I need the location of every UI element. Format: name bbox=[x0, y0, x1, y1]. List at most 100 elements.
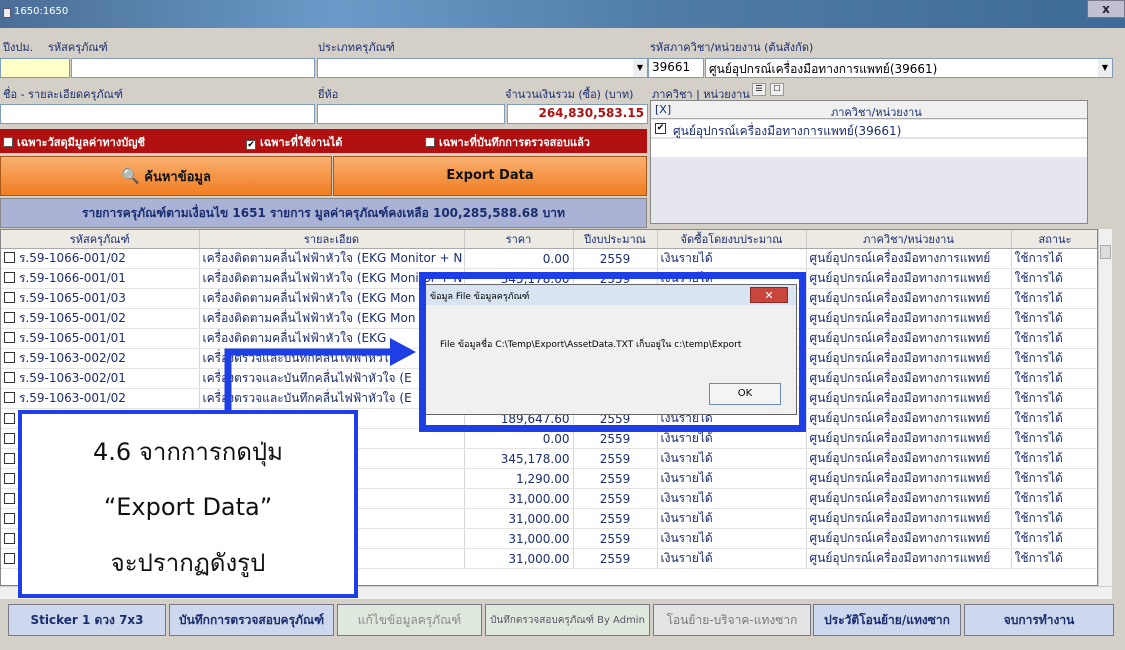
dept-code-label: รหัสภาควิชา/หน่วยงาน (ต้นสังกัด) bbox=[650, 41, 814, 54]
row-checkbox[interactable] bbox=[4, 352, 15, 363]
row-checkbox[interactable] bbox=[4, 252, 15, 263]
record-by-admin-button[interactable]: บันทึกตรวจสอบครุภัณฑ์ By Admin bbox=[485, 604, 650, 636]
column-header[interactable]: ราคา bbox=[464, 230, 574, 249]
search-icon: 🔍 bbox=[121, 167, 140, 185]
highlight-box bbox=[419, 272, 806, 432]
asset-code-input[interactable] bbox=[71, 58, 315, 78]
row-checkbox[interactable] bbox=[4, 472, 15, 484]
cell-year: 2559 bbox=[573, 548, 658, 569]
asset-code-label: รหัสครุภัณฑ์ bbox=[48, 41, 108, 54]
row-checkbox[interactable] bbox=[4, 372, 15, 383]
dept-code-input[interactable]: 39661 bbox=[648, 58, 704, 78]
row-checkbox[interactable] bbox=[4, 432, 15, 444]
column-header[interactable]: ภาควิชา/หน่วยงาน bbox=[806, 230, 1012, 249]
scroll-thumb[interactable] bbox=[1100, 245, 1111, 259]
cell-dept: ศูนย์อุปกรณ์เครื่องมือทางการแพทย์ bbox=[806, 528, 1012, 549]
dept-row[interactable]: ✔ ศูนย์อุปกรณ์เครื่องมือทางการแพทย์(3966… bbox=[651, 120, 1087, 138]
record-check-button[interactable]: บันทึกการตรวจสอบครุภัณฑ์ bbox=[169, 604, 334, 636]
transfer-button[interactable]: โอนย้าย-บริจาค-แทงซาก bbox=[653, 604, 811, 636]
history-button[interactable]: ประวัติโอนย้าย/แทงซาก bbox=[813, 604, 961, 636]
cell-budget: เงินรายได้ bbox=[657, 528, 807, 549]
cell-dept: ศูนย์อุปกรณ์เครื่องมือทางการแพทย์ bbox=[806, 348, 1012, 369]
cell-dept: ศูนย์อุปกรณ์เครื่องมือทางการแพทย์ bbox=[806, 288, 1012, 309]
cell-status: ใช้การได้ bbox=[1011, 548, 1097, 569]
summary-bar: รายการครุภัณฑ์ตามเงื่อนไข 1651 รายการ มู… bbox=[0, 198, 647, 228]
checkbox-label: เฉพาะที่ใช้งานได้ bbox=[260, 136, 343, 149]
cell-status: ใช้การได้ bbox=[1011, 368, 1097, 389]
dept-panel: [X] ภาควิชา/หน่วยงาน ✔ ศูนย์อุปกรณ์เครื่… bbox=[650, 100, 1088, 224]
chevron-down-icon: ▼ bbox=[1098, 59, 1112, 77]
row-checkbox[interactable] bbox=[4, 532, 15, 544]
search-button-label: ค้นหาข้อมูล bbox=[144, 170, 211, 185]
dept-select[interactable]: ศูนย์อุปกรณ์เครื่องมือทางการแพทย์(39661)… bbox=[705, 58, 1113, 78]
row-checkbox[interactable] bbox=[4, 332, 15, 343]
total-label: จำนวนเงินรวม (ซื้อ) (บาท) bbox=[505, 88, 634, 101]
app-icon bbox=[3, 8, 11, 18]
brand-input[interactable] bbox=[317, 104, 505, 124]
row-checkbox[interactable] bbox=[4, 312, 15, 323]
total-value: 264,830,583.15 bbox=[507, 104, 648, 124]
deselect-all-icon[interactable]: ☐ bbox=[770, 83, 784, 96]
cell-price: 31,000.00 bbox=[464, 508, 574, 529]
cell-status: ใช้การได้ bbox=[1011, 268, 1097, 289]
cell-status: ใช้การได้ bbox=[1011, 508, 1097, 529]
cell-status: ใช้การได้ bbox=[1011, 448, 1097, 469]
checkmark-icon[interactable]: ✔ bbox=[655, 123, 666, 134]
row-checkbox[interactable] bbox=[4, 392, 15, 403]
vertical-scrollbar[interactable] bbox=[1098, 229, 1112, 586]
cell-budget: เงินรายได้ bbox=[657, 488, 807, 509]
column-header[interactable]: รหัสครุภัณฑ์ bbox=[1, 230, 200, 249]
row-checkbox[interactable] bbox=[4, 412, 15, 424]
export-button[interactable]: Export Data bbox=[333, 156, 647, 196]
row-checkbox[interactable] bbox=[4, 292, 15, 303]
cell-year: 2559 bbox=[573, 488, 658, 509]
cell-dept: ศูนย์อุปกรณ์เครื่องมือทางการแพทย์ bbox=[806, 248, 1012, 269]
cell-budget: เงินรายได้ bbox=[657, 508, 807, 529]
cell-year: 2559 bbox=[573, 468, 658, 489]
cell-dept: ศูนย์อุปกรณ์เครื่องมือทางการแพทย์ bbox=[806, 268, 1012, 289]
edit-asset-button[interactable]: แก้ไขข้อมูลครุภัณฑ์ bbox=[337, 604, 482, 636]
cell-price: 1,290.00 bbox=[464, 468, 574, 489]
select-all-icon[interactable]: ☰ bbox=[752, 83, 766, 96]
cell-status: ใช้การได้ bbox=[1011, 528, 1097, 549]
cell-dept: ศูนย์อุปกรณ์เครื่องมือทางการแพทย์ bbox=[806, 468, 1012, 489]
cell-code: ร.59-1065-001/03 bbox=[1, 288, 200, 309]
sticker-button[interactable]: Sticker 1 ดวง 7x3 bbox=[8, 604, 166, 636]
row-checkbox[interactable] bbox=[4, 492, 15, 504]
title-bar: 1650:1650 bbox=[0, 0, 1125, 28]
column-header[interactable]: จัดซื้อโดยงบประมาณ bbox=[657, 230, 807, 249]
column-header[interactable]: รายละเอียด bbox=[199, 230, 465, 249]
asset-code: ร.59-1063-001/02 bbox=[19, 391, 126, 405]
row-checkbox[interactable] bbox=[4, 512, 15, 524]
row-checkbox[interactable] bbox=[4, 452, 15, 464]
asset-code: ร.59-1066-001/01 bbox=[19, 271, 126, 285]
row-checkbox[interactable] bbox=[4, 272, 15, 283]
cell-dept: ศูนย์อุปกรณ์เครื่องมือทางการแพทย์ bbox=[806, 488, 1012, 509]
cell-status: ใช้การได้ bbox=[1011, 428, 1097, 449]
finish-button[interactable]: จบการทำงาน bbox=[964, 604, 1114, 636]
cell-year: 2559 bbox=[573, 248, 658, 269]
column-header[interactable]: สถานะ bbox=[1011, 230, 1097, 249]
year-input[interactable] bbox=[0, 58, 70, 78]
type-select[interactable]: ▼ bbox=[317, 58, 648, 78]
checkbox-usable-only[interactable]: ✔ เฉพาะที่ใช้งานได้ bbox=[246, 133, 342, 151]
table-row[interactable]: ร.59-1066-001/02 เครื่องติดตามคลื่นไฟฟ้าห… bbox=[1, 248, 1097, 269]
checkbox-checked-only[interactable]: เฉพาะที่บันทึกการตรวจสอบแล้ว bbox=[425, 133, 590, 151]
close-icon[interactable]: x bbox=[1087, 0, 1125, 18]
brand-label: ยี่ห้อ bbox=[318, 88, 339, 101]
checkbox-accounting-value[interactable]: เฉพาะวัสดุมีมูลค่าทางบัญชี bbox=[3, 133, 145, 151]
column-header[interactable]: ปีงบประมาณ bbox=[573, 230, 658, 249]
dept-panel-header: [X] ภาควิชา/หน่วยงาน bbox=[651, 101, 1087, 119]
cell-year: 2559 bbox=[573, 528, 658, 549]
chevron-down-icon: ▼ bbox=[633, 59, 647, 77]
cell-status: ใช้การได้ bbox=[1011, 388, 1097, 409]
checkbox-box bbox=[425, 137, 435, 147]
cell-budget: เงินรายได้ bbox=[657, 248, 807, 269]
name-input[interactable] bbox=[0, 104, 315, 124]
cell-status: ใช้การได้ bbox=[1011, 328, 1097, 349]
checkbox-box bbox=[3, 137, 13, 147]
cell-dept: ศูนย์อุปกรณ์เครื่องมือทางการแพทย์ bbox=[806, 368, 1012, 389]
cell-code: ร.59-1066-001/02 bbox=[1, 248, 200, 269]
row-checkbox[interactable] bbox=[4, 552, 15, 564]
search-button[interactable]: 🔍 ค้นหาข้อมูล bbox=[0, 156, 332, 196]
